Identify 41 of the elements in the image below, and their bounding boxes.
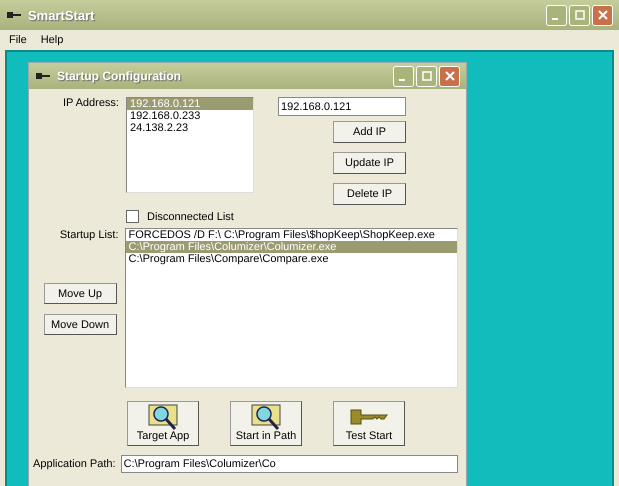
- ip-button[interactable]: Add IP: [333, 121, 406, 143]
- window-title: SmartStart: [28, 8, 96, 22]
- close-button[interactable]: [439, 66, 460, 86]
- ip-address-label: IP Address:: [62, 97, 120, 111]
- checkbox[interactable]: [126, 210, 139, 223]
- move-button[interactable]: Move Down: [44, 314, 117, 335]
- close-button[interactable]: [592, 4, 613, 26]
- menu-item[interactable]: File: [9, 34, 27, 46]
- move-button[interactable]: Move Up: [44, 283, 117, 304]
- tool-button[interactable]: Target App: [127, 401, 199, 446]
- application-path-field[interactable]: C:\Program Files\Columizer\Co: [120, 455, 458, 473]
- maximize-button[interactable]: [569, 4, 590, 26]
- plug-icon: [6, 10, 22, 20]
- tool-button[interactable]: Start in Path: [230, 401, 302, 446]
- plug-icon: [35, 71, 51, 81]
- checkbox-label: Disconnected List: [147, 210, 234, 222]
- close-icon: [598, 10, 608, 20]
- tool-button[interactable]: Test Start: [333, 401, 405, 446]
- maximize-icon: [574, 10, 584, 20]
- menu-item[interactable]: Help: [40, 34, 64, 46]
- list-item[interactable]: 192.168.0.233: [127, 110, 253, 122]
- list-item[interactable]: FORCEDOS /D F:\ C:\Program Files\$hopKeep\ShopKeep.exe: [126, 229, 457, 241]
- minimize-button[interactable]: [546, 4, 567, 26]
- minimize-icon: [398, 79, 404, 81]
- minimize-button[interactable]: [393, 66, 414, 86]
- close-icon: [444, 71, 454, 81]
- application-path-label: Application Path:: [33, 458, 116, 470]
- startup-list-label: Startup List:: [60, 229, 120, 241]
- magnifier-icon: [249, 404, 283, 430]
- dialog-title: Startup Configuration: [57, 69, 182, 83]
- list-item[interactable]: 24.138.2.23: [127, 122, 253, 134]
- ip-button[interactable]: Delete IP: [333, 183, 406, 205]
- maximize-button[interactable]: [416, 66, 437, 86]
- list-item[interactable]: C:\Program Files\Compare\Compare.exe: [126, 253, 457, 265]
- ip-button[interactable]: Update IP: [333, 152, 406, 174]
- startup-list[interactable]: FORCEDOS /D F:\ C:\Program Files\$hopKeep\ShopKeep.exe C:\Program Files\Columizer\Columizer.exe C:\Program Files\Compare\Compare.exe: [124, 228, 458, 388]
- magnifier-icon: [146, 404, 180, 430]
- ip-field[interactable]: 192.168.0.121: [278, 97, 406, 116]
- ip-list[interactable]: 192.168.0.121 192.168.0.233 24.138.2.23: [126, 97, 254, 193]
- maximize-icon: [422, 71, 432, 81]
- minimize-icon: [552, 18, 558, 20]
